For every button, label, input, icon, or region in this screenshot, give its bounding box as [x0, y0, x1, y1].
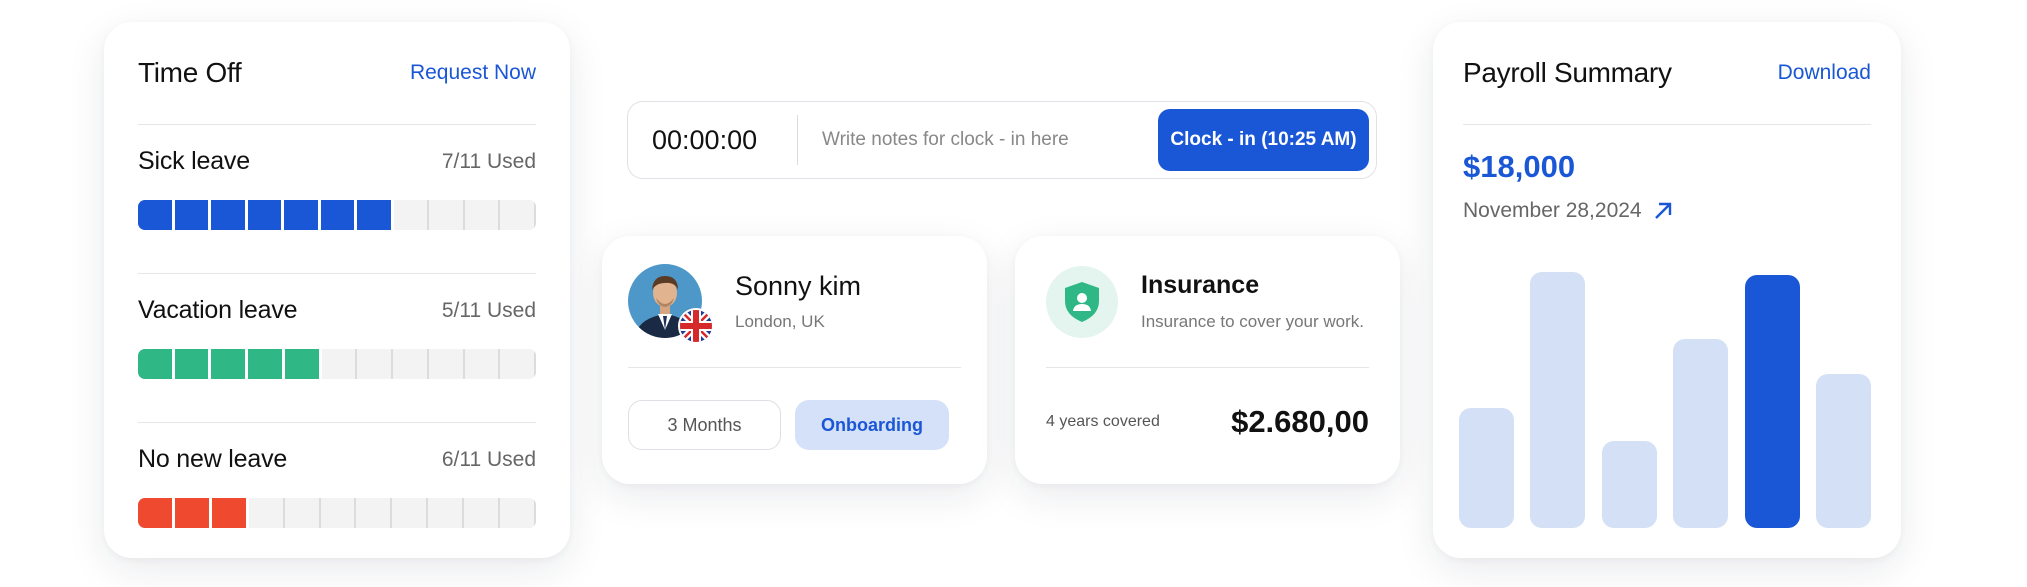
divider	[797, 115, 798, 165]
progress-segment-filled	[138, 349, 175, 379]
payroll-date: November 28,2024	[1463, 199, 1642, 222]
clock-notes-input[interactable]: Write notes for clock - in here	[822, 129, 1158, 151]
progress-segment-empty	[321, 349, 358, 379]
chart-bar	[1530, 272, 1586, 528]
payroll-header: Payroll Summary Download	[1463, 22, 1871, 124]
leave-progress-bar	[138, 498, 536, 528]
insurance-subtitle: Insurance to cover your work.	[1141, 312, 1364, 331]
duration-badge: 3 Months	[628, 400, 781, 450]
leave-name: Vacation leave	[138, 296, 298, 324]
time-off-header: Time Off Request Now	[138, 22, 536, 124]
request-now-link[interactable]: Request Now	[410, 61, 536, 85]
progress-segment-filled	[357, 200, 394, 230]
leave-item-no-new: No new leave 6/11 Used	[138, 423, 536, 571]
chart-bar	[1744, 274, 1800, 528]
progress-segment-filled	[174, 200, 212, 230]
leave-progress-bar	[138, 349, 536, 379]
leave-item-sick: Sick leave 7/11 Used	[138, 125, 536, 273]
progress-segment-filled	[138, 200, 175, 230]
progress-segment-filled	[247, 200, 285, 230]
clock-in-button[interactable]: Clock - in (10:25 AM)	[1158, 109, 1369, 171]
insurance-coverage: 4 years covered	[1046, 413, 1160, 430]
payroll-summary-card: Payroll Summary Download $18,000 Novembe…	[1433, 22, 1901, 558]
progress-segment-empty	[464, 349, 501, 379]
time-off-card: Time Off Request Now Sick leave 7/11 Use…	[104, 22, 570, 558]
leave-used: 6/11 Used	[441, 447, 536, 471]
progress-segment-empty	[464, 498, 501, 528]
insurance-amount: $2.680,00	[1231, 404, 1369, 439]
shield-user-icon	[1046, 265, 1118, 338]
uk-flag-icon	[678, 307, 714, 344]
progress-segment-empty	[500, 200, 536, 230]
payroll-date-row: November 28,2024	[1463, 199, 1871, 223]
progress-segment-empty	[284, 498, 321, 528]
payroll-title: Payroll Summary	[1463, 57, 1672, 88]
employee-location: London, UK	[735, 312, 825, 331]
clock-timer: 00:00:00	[652, 124, 758, 155]
leave-name: No new leave	[138, 445, 288, 473]
progress-segment-filled	[211, 498, 249, 528]
avatar	[628, 263, 714, 344]
leave-item-vacation: Vacation leave 5/11 Used	[138, 274, 536, 422]
chart-bar	[1673, 338, 1729, 528]
progress-segment-filled	[320, 200, 358, 230]
download-link[interactable]: Download	[1778, 61, 1871, 85]
leave-used: 7/11 Used	[441, 149, 536, 173]
employee-card: Sonny kim London, UK 3 Months Onboarding	[602, 236, 987, 484]
progress-segment-filled	[248, 349, 285, 379]
progress-segment-empty	[357, 349, 394, 379]
time-off-title: Time Off	[138, 57, 242, 88]
progress-segment-filled	[211, 200, 248, 230]
progress-segment-empty	[500, 349, 536, 379]
progress-segment-empty	[500, 498, 536, 528]
leave-used: 5/11 Used	[441, 298, 536, 322]
chart-bar	[1601, 440, 1657, 528]
insurance-title: Insurance	[1141, 271, 1260, 299]
clock-in-bar: 00:00:00 Write notes for clock - in here…	[627, 101, 1377, 179]
progress-segment-filled	[284, 200, 321, 230]
chart-bar	[1459, 407, 1514, 528]
payroll-bar-chart	[1459, 272, 1871, 528]
progress-segment-filled	[284, 349, 322, 379]
progress-segment-empty	[356, 498, 393, 528]
progress-segment-empty	[429, 200, 465, 230]
leave-progress-bar	[138, 200, 536, 230]
progress-segment-empty	[464, 200, 501, 230]
progress-segment-filled	[211, 349, 249, 379]
progress-segment-empty	[428, 498, 465, 528]
progress-segment-empty	[393, 200, 430, 230]
chart-bar	[1816, 374, 1871, 528]
progress-segment-empty	[428, 349, 465, 379]
progress-segment-empty	[392, 498, 429, 528]
divider	[1463, 124, 1871, 125]
progress-segment-filled	[174, 498, 212, 528]
arrow-up-right-icon[interactable]	[1652, 200, 1674, 222]
insurance-card: Insurance Insurance to cover your work. …	[1015, 236, 1400, 484]
payroll-amount: $18,000	[1463, 149, 1576, 184]
progress-segment-empty	[393, 349, 429, 379]
progress-segment-filled	[174, 349, 212, 379]
leave-name: Sick leave	[138, 147, 250, 175]
onboarding-status-button[interactable]: Onboarding	[795, 400, 949, 450]
progress-segment-filled	[138, 498, 175, 528]
progress-segment-empty	[248, 498, 285, 528]
employee-name: Sonny kim	[735, 271, 862, 301]
progress-segment-empty	[320, 498, 357, 528]
